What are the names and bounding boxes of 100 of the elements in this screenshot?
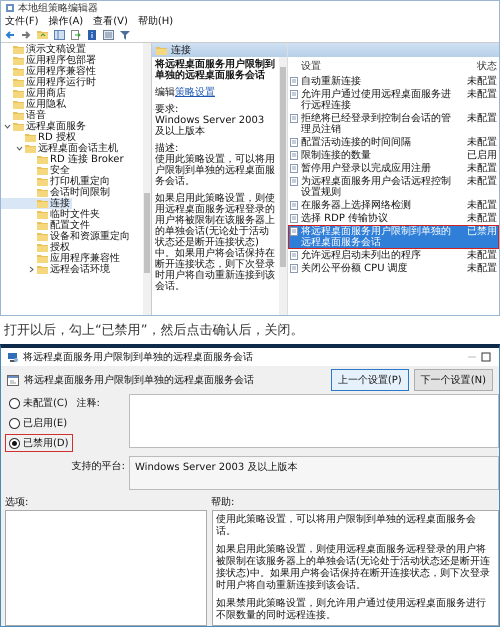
caret-right-icon[interactable] xyxy=(28,266,34,273)
scrollbar[interactable] xyxy=(143,43,151,315)
setting-row[interactable]: 选择 RDP 传输协议 未配置 xyxy=(288,212,499,225)
panel-icon[interactable] xyxy=(54,30,65,40)
setting-state: 已禁用 xyxy=(466,226,497,237)
setting-row[interactable]: 关闭公平份额 CPU 调度 未配置 xyxy=(288,262,499,275)
back-arrow-icon[interactable] xyxy=(5,30,15,40)
tree-item[interactable]: RD 连接 Broker xyxy=(1,154,126,165)
caret-down-icon[interactable] xyxy=(4,123,10,130)
setting-state: 未配置 xyxy=(466,76,497,87)
tree-item[interactable]: 连接 xyxy=(1,198,72,209)
tree-item[interactable]: 应用商店 xyxy=(1,88,68,99)
setting-name: 选择 RDP 传输协议 xyxy=(301,213,390,224)
tree-item[interactable]: RD 授权 xyxy=(1,132,78,143)
setting-state: 未配置 xyxy=(466,250,497,261)
policy-icon xyxy=(290,77,298,86)
help-text: 如果禁用此策略设置，则允许用户通过使用远程桌面服务进行不限数量的同时远程连接。 xyxy=(216,598,487,622)
menu-item[interactable]: 查看(V) xyxy=(93,14,128,28)
comment-label: 注释: xyxy=(76,396,100,411)
menu-item[interactable]: 帮助(H) xyxy=(138,14,174,28)
setting-row[interactable]: 暂停用户登录以完成应用注册 未配置 xyxy=(288,162,499,175)
menu-item[interactable]: 文件(F) xyxy=(5,14,39,28)
filter-icon[interactable] xyxy=(120,30,130,40)
folder-icon xyxy=(37,221,48,230)
setting-heading: 将远程桌面服务用户限制到单独的远程桌面服务会话 xyxy=(24,374,255,387)
setting-row[interactable]: 为远程桌面服务用户会话远程控制设置规则 未配置 xyxy=(288,175,499,199)
tree-item[interactable]: 配置文件 xyxy=(1,220,92,231)
scrollbar[interactable] xyxy=(279,57,287,315)
tree-item[interactable]: 远程会话环境 xyxy=(1,264,112,275)
column-header[interactable]: 设置 xyxy=(301,61,460,72)
export-icon[interactable] xyxy=(71,30,81,40)
setting-row[interactable]: 允许远程启动未列出的程序 未配置 xyxy=(288,249,499,262)
setting-name: 为远程桌面服务用户会话远程控制设置规则 xyxy=(301,176,452,198)
setting-name: 关闭公平份额 CPU 调度 xyxy=(301,263,409,274)
setting-state: 已启用 xyxy=(466,150,497,161)
folder-icon xyxy=(37,199,48,208)
folder-icon[interactable] xyxy=(37,30,48,40)
tree-item[interactable]: 会话时间限制 xyxy=(1,187,112,198)
policy-icon xyxy=(290,114,298,123)
folder-icon xyxy=(37,177,48,186)
header-title: 连接 xyxy=(171,44,191,57)
setting-row[interactable]: 拒绝将已经登录到控制台会话的管理员注销 未配置 xyxy=(288,112,499,136)
setting-state: 未配置 xyxy=(466,263,497,274)
tree-item[interactable]: 应用隐私 xyxy=(1,99,68,110)
maximize-icon[interactable] xyxy=(481,352,491,362)
policy-editor-icon xyxy=(5,2,15,12)
policy-icon xyxy=(290,90,298,99)
folder-icon xyxy=(13,100,24,109)
edit-policy-link[interactable]: 策略设置 xyxy=(175,87,215,98)
setting-row[interactable]: 配置活动连接的时间间隔 未配置 xyxy=(288,136,499,149)
policy-icon xyxy=(290,251,298,260)
help-icon[interactable] xyxy=(87,30,97,40)
tree-item[interactable]: 设备和资源重定向 xyxy=(1,231,132,242)
forward-arrow-icon[interactable] xyxy=(21,30,31,40)
tree-item[interactable]: 安全 xyxy=(1,165,72,176)
setting-row[interactable]: 将远程桌面服务用户限制到单独的远程桌面服务会话 已禁用 xyxy=(288,225,499,249)
options-label: 选项: xyxy=(5,496,30,509)
tree-item[interactable]: 应用程序运行时 xyxy=(1,77,98,88)
folder-icon xyxy=(37,243,48,252)
requirement-text: Windows Server 2003 及以上版本 xyxy=(155,115,266,137)
setting-name: 暂停用户登录以完成应用注册 xyxy=(301,163,432,174)
description-text: 如果启用此策略设置，则使用远程桌面服务远程登录的用户将被限制在该服务器上的单独会话(无论处于活动状态还是断开连接状态)中。如果用户将会话保持在断开连接状态，则下次登录时用户将自动重新连接到该会话。 xyxy=(155,193,276,292)
policy-icon xyxy=(290,138,298,147)
help-text: 如果启用此策略设置，则使用远程桌面服务远程登录的用户将被限制在该服务器上的单独会话(无论处于活动状态还是断开连接状态)中。如果用户将会话保持在断开连接状态，则下次登录时用户将自动重新连接到该会话。 xyxy=(216,544,491,592)
caret-down-icon[interactable] xyxy=(16,145,22,152)
tree-item[interactable]: 应用程序兼容性 xyxy=(1,253,122,264)
policy-icon xyxy=(290,214,298,223)
tree-item[interactable]: 临时文件夹 xyxy=(1,209,102,220)
tree-item[interactable]: 语音 xyxy=(1,110,48,121)
setting-state: 未配置 xyxy=(466,89,497,100)
nav-button[interactable]: 上一个设置(P) xyxy=(330,369,409,391)
setting-state: 未配置 xyxy=(466,213,497,224)
nav-button[interactable]: 下一个设置(N) xyxy=(414,369,493,391)
panel-icon[interactable] xyxy=(103,30,114,40)
tree-item[interactable]: 远程桌面会话主机 xyxy=(1,143,120,154)
setting-name: 拒绝将已经登录到控制台会话的管理员注销 xyxy=(301,113,452,135)
folder-icon xyxy=(13,56,24,65)
setting-row[interactable]: 限制连接的数量 已启用 xyxy=(288,149,499,162)
menu-item[interactable]: 操作(A) xyxy=(48,14,84,28)
tree-item[interactable]: 应用程序包部署 xyxy=(1,55,98,66)
window-title: 将远程桌面服务用户限制到单独的远程桌面服务会话 xyxy=(23,350,254,364)
setting-state: 未配置 xyxy=(466,163,497,174)
tree-item[interactable]: 授权 xyxy=(1,242,72,253)
setting-row[interactable]: 允许用户通过使用远程桌面服务进行远程连接 未配置 xyxy=(288,88,499,112)
tree-item[interactable]: 演示文稿设置 xyxy=(1,44,88,55)
tree-item[interactable]: 打印机重定向 xyxy=(1,176,112,187)
setting-state: 未配置 xyxy=(466,137,497,148)
policy-icon xyxy=(290,151,298,160)
folder-icon xyxy=(13,78,24,87)
setting-row[interactable]: 在服务器上选择网络检测 未配置 xyxy=(288,199,499,212)
tree-item[interactable]: 应用程序兼容性 xyxy=(1,66,98,77)
tree-item[interactable]: 远程桌面服务 xyxy=(1,121,88,132)
radio-option[interactable]: 已禁用(D) xyxy=(5,434,73,452)
setting-state: 未配置 xyxy=(466,113,497,124)
comment-field[interactable] xyxy=(129,394,499,448)
radio-option[interactable]: 未配置(C) xyxy=(5,394,73,412)
folder-icon xyxy=(25,133,36,142)
setting-row[interactable]: 自动重新连接 未配置 xyxy=(288,75,499,88)
radio-option[interactable]: 已启用(E) xyxy=(5,414,73,432)
column-header[interactable]: 状态 xyxy=(463,61,497,72)
